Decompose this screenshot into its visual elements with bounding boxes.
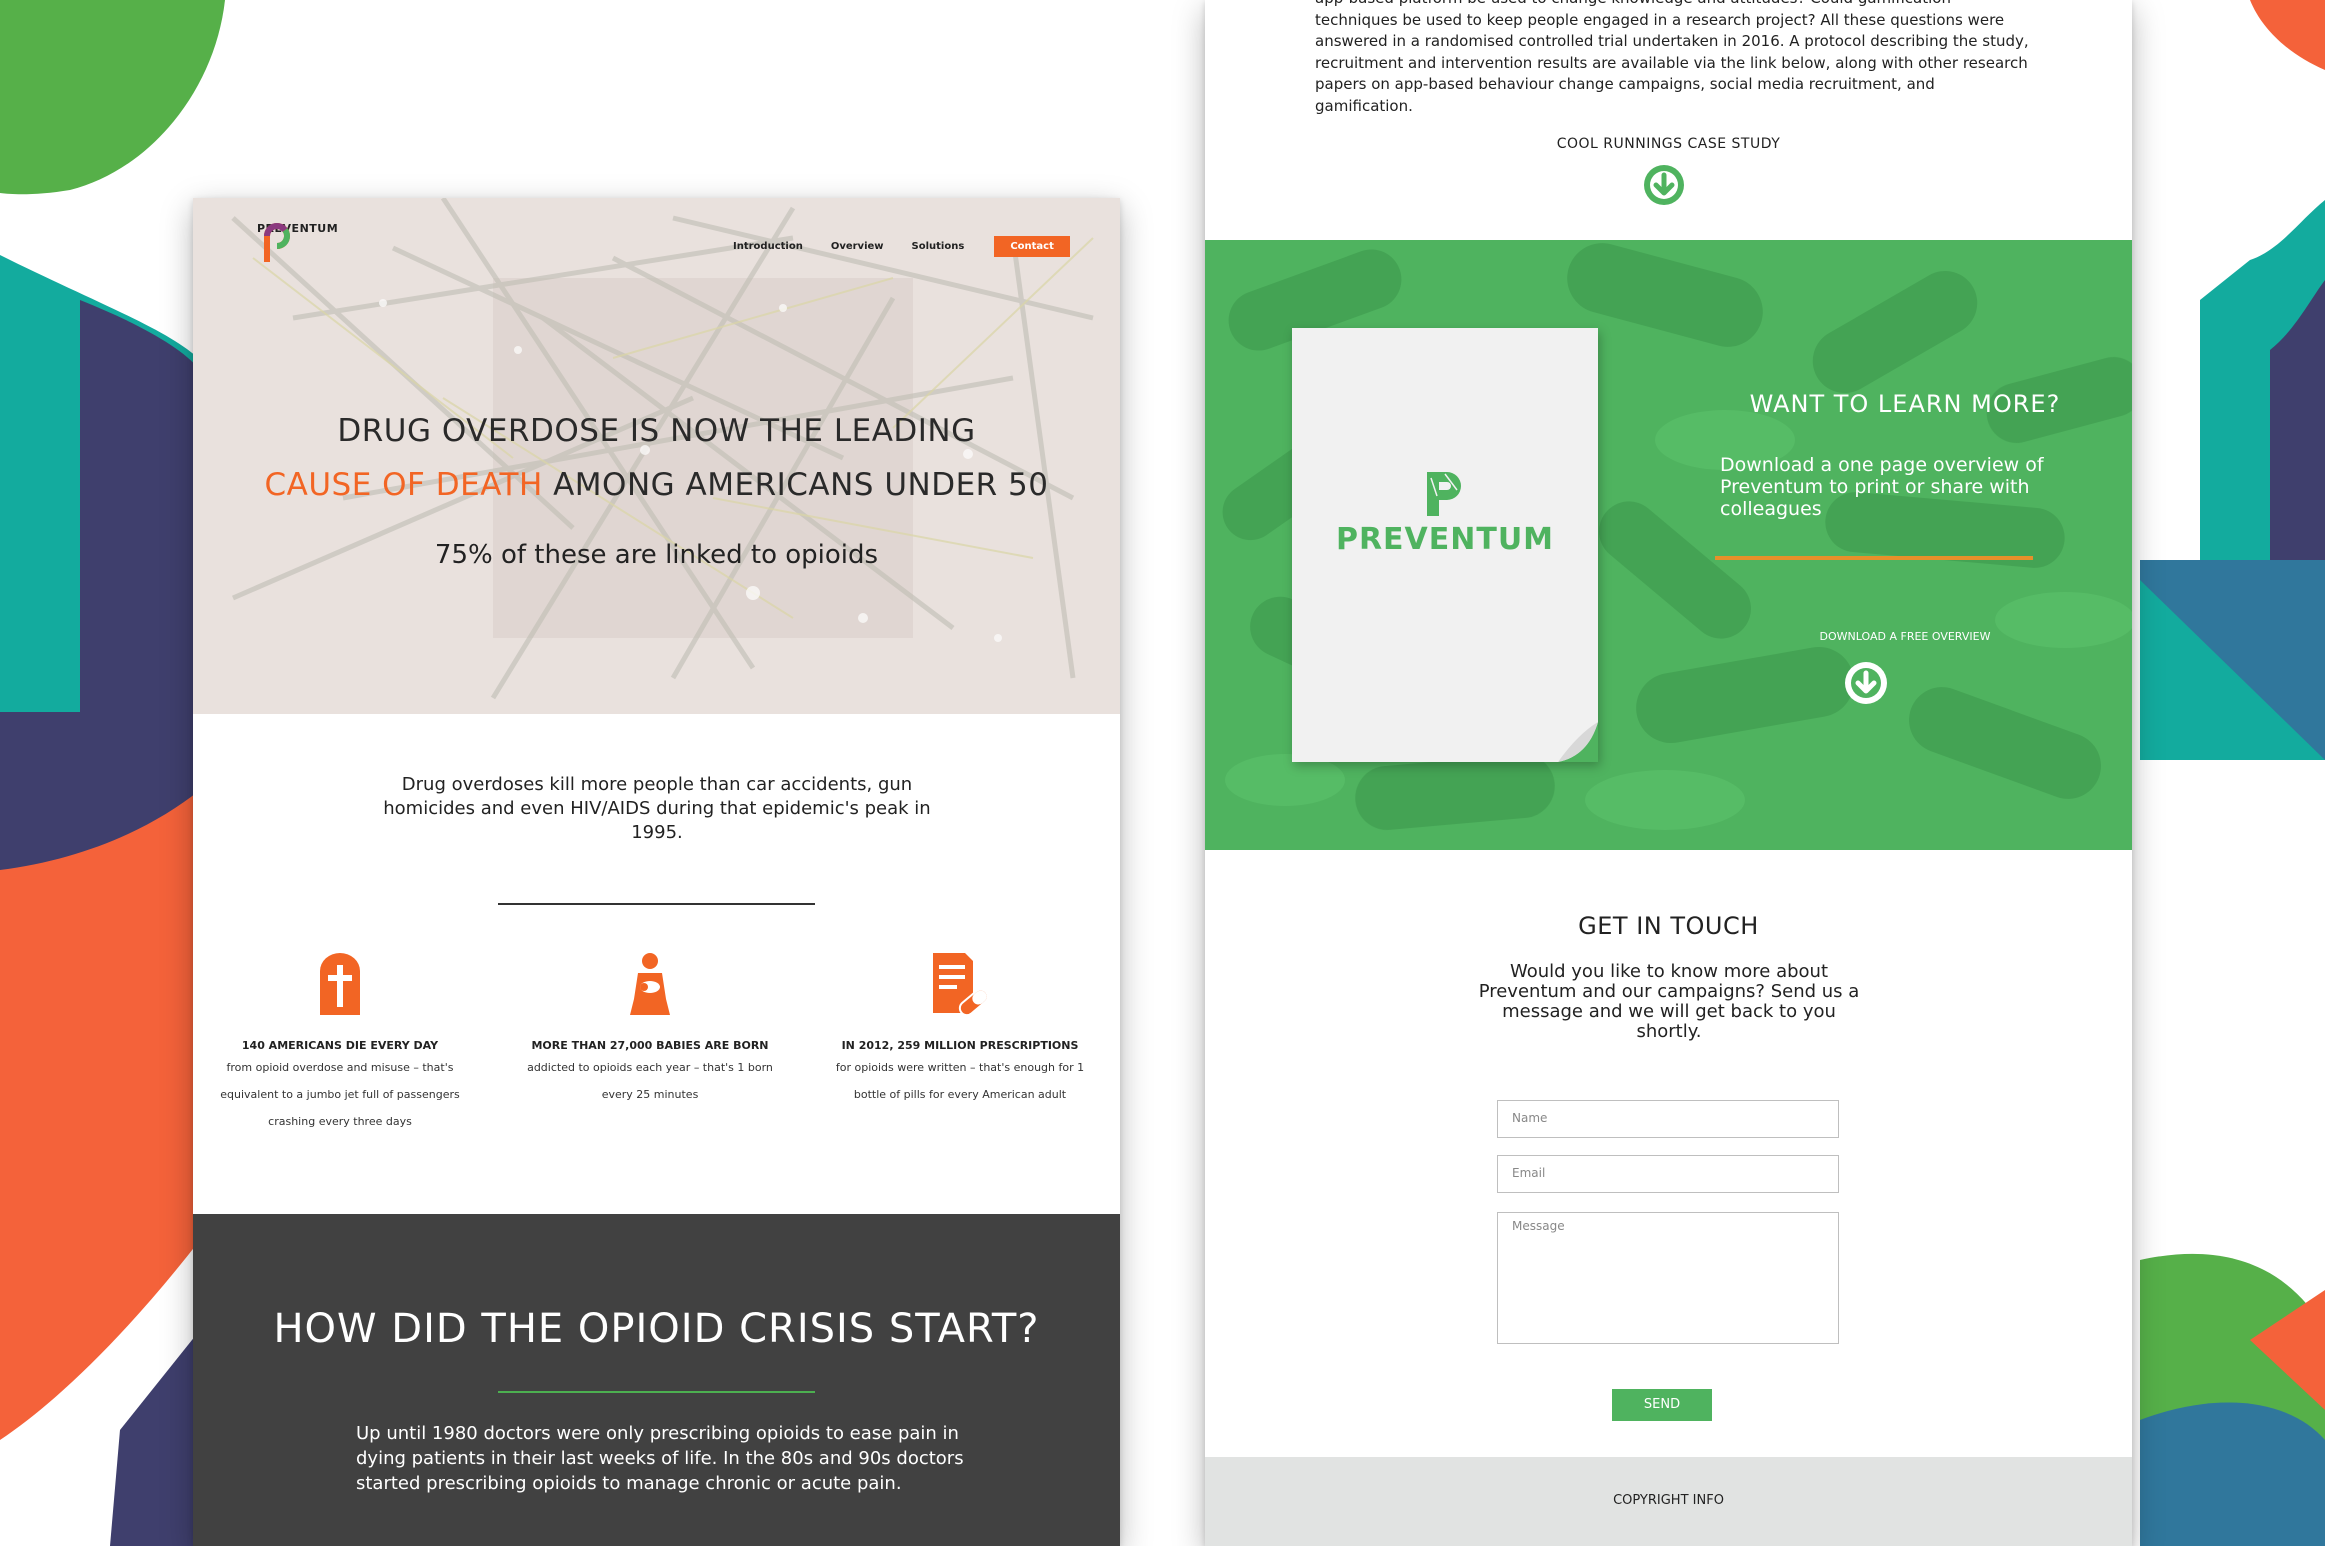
crisis-title: HOW DID THE OPIOID CRISIS START?	[273, 1306, 1040, 1352]
send-button[interactable]: SEND	[1612, 1389, 1712, 1421]
nav-item-introduction[interactable]: Introduction	[733, 241, 803, 252]
crisis-divider	[498, 1391, 815, 1393]
research-paragraph: app-based platform be used to change kno…	[1315, 0, 2029, 115]
learn-more-divider	[1715, 556, 2033, 560]
overview-document-preview: PREVENTUM	[1292, 328, 1598, 762]
case-study-link[interactable]: COOL RUNNINGS CASE STUDY	[1205, 136, 2132, 152]
hero-overlay	[193, 198, 1120, 714]
learn-more-body: Download a one page overview of Preventu…	[1720, 454, 2044, 520]
hero-headline-accent: CAUSE OF DEATH	[264, 467, 543, 503]
hero-subtitle: 75% of these are linked to opioids	[434, 540, 879, 570]
mother-baby-icon	[630, 953, 670, 1015]
opioid-crisis-section: HOW DID THE OPIOID CRISIS START? Up unti…	[193, 1214, 1120, 1546]
stat-babies: MORE THAN 27,000 BABIES ARE BORN addicte…	[525, 953, 775, 1108]
p-leaf-logo-icon	[1427, 472, 1461, 516]
prescription-pill-icon	[933, 953, 989, 1017]
nav-item-solutions[interactable]: Solutions	[912, 241, 965, 252]
learn-more-title: WANT TO LEARN MORE?	[1749, 390, 2061, 418]
crisis-body: Up until 1980 doctors were only prescrib…	[356, 1423, 964, 1494]
copyright-text: COPYRIGHT INFO	[1613, 1493, 1724, 1508]
hero-headline-line1: DRUG OVERDOSE IS NOW THE LEADING	[337, 413, 976, 449]
stat-title: IN 2012, 259 MILLION PRESCRIPTIONS	[841, 1039, 1079, 1052]
main-nav: Introduction Overview Solutions Contact	[733, 236, 1070, 257]
contact-button[interactable]: Contact	[994, 236, 1070, 257]
brand-logo[interactable]: PREVENTUM	[257, 220, 338, 262]
hero-section: PREVENTUM Introduction Overview Solution…	[193, 198, 1120, 714]
tombstone-cross-icon	[320, 953, 360, 1015]
stat-body: for opioids were written – that's enough…	[835, 1061, 1085, 1101]
hero-headline-rest: AMONG AMERICANS UNDER 50	[542, 467, 1049, 503]
download-overview-link[interactable]: DOWNLOAD A FREE OVERVIEW	[1705, 630, 2105, 643]
stat-prescriptions: IN 2012, 259 MILLION PRESCRIPTIONS for o…	[835, 953, 1085, 1108]
footer: COPYRIGHT INFO	[1205, 1457, 2132, 1546]
paper-brand-name: PREVENTUM	[1335, 522, 1555, 557]
page-curl	[1558, 722, 1598, 762]
message-field[interactable]: Message	[1497, 1212, 1839, 1344]
name-field[interactable]: Name	[1497, 1100, 1839, 1138]
hero-headline-line2: CAUSE OF DEATH AMONG AMERICANS UNDER 50	[193, 467, 1120, 503]
download-arrow-icon[interactable]	[1843, 660, 1889, 706]
nav-item-overview[interactable]: Overview	[831, 241, 884, 252]
stat-title: MORE THAN 27,000 BABIES ARE BORN	[531, 1039, 769, 1052]
email-field[interactable]: Email	[1497, 1155, 1839, 1193]
homepage-mockup: PREVENTUM Introduction Overview Solution…	[193, 198, 1120, 1546]
stat-deaths: 140 AMERICANS DIE EVERY DAY from opioid …	[215, 953, 465, 1135]
learn-more-section: PREVENTUM WANT TO LEARN MORE? Download a…	[1205, 240, 2132, 850]
download-arrow-icon[interactable]	[1642, 163, 1686, 207]
intro-text: Drug overdoses kill more people than car…	[383, 774, 931, 843]
resources-page-mockup: app-based platform be used to change kno…	[1205, 0, 2132, 1546]
p-swirl-logo-icon	[264, 223, 290, 262]
stat-body: addicted to opioids each year – that's 1…	[527, 1061, 773, 1101]
get-in-touch-body: Would you like to know more about Preven…	[1478, 961, 1860, 1042]
section-divider	[498, 903, 815, 905]
get-in-touch-title: GET IN TOUCH	[1578, 912, 1759, 940]
stat-title: 140 AMERICANS DIE EVERY DAY	[241, 1039, 439, 1052]
stat-body: from opioid overdose and misuse – that's…	[220, 1061, 460, 1128]
